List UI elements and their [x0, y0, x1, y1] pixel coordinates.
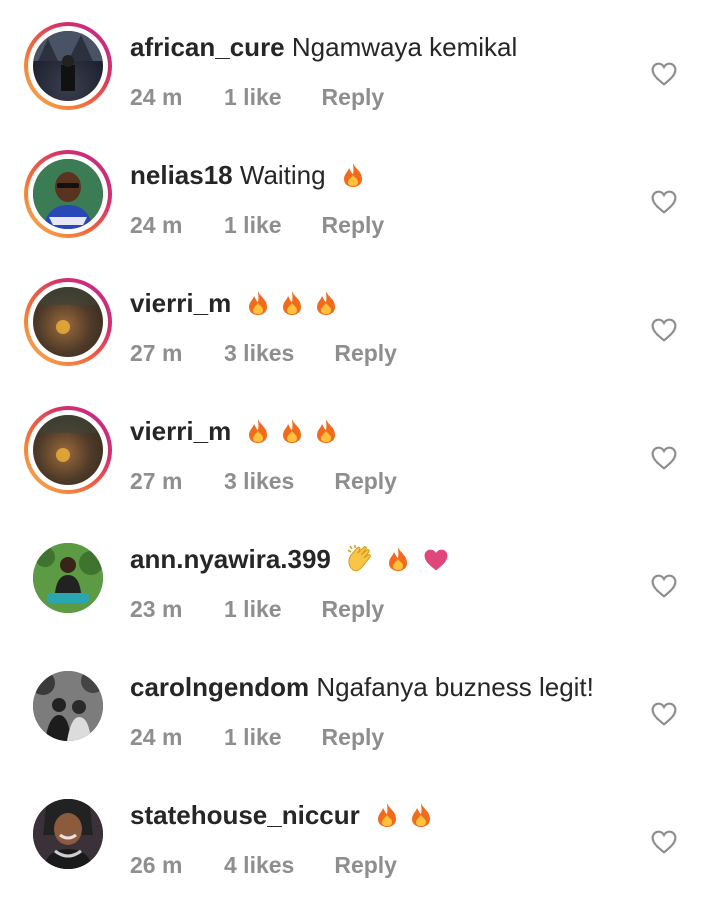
reply-button[interactable]: Reply [322, 594, 385, 624]
heart-icon[interactable] [651, 830, 677, 854]
fire-emoji-icon [317, 291, 336, 315]
comment-likes[interactable]: 1 like [224, 594, 282, 624]
comment-likes[interactable]: 3 likes [224, 338, 294, 368]
comment-likes[interactable]: 4 likes [224, 850, 294, 880]
avatar[interactable] [24, 406, 112, 494]
comment-username[interactable]: statehouse_niccur [130, 800, 360, 830]
fire-emoji-icon [249, 291, 268, 315]
comment-username[interactable]: nelias18 [130, 160, 233, 190]
comment-likes[interactable]: 1 like [224, 722, 282, 752]
comment-time: 23 m [130, 596, 183, 622]
comment-text: vierri_m [130, 414, 344, 448]
comment-item: african_cure Ngamwaya kemikal 24 m 1 like… [0, 22, 720, 150]
comment-time: 26 m [130, 852, 183, 878]
comment-body: Ngafanya buzness legit! [309, 672, 594, 702]
comment-meta: 27 m 3 likes Reply [130, 338, 397, 368]
comment-body: Ngamwaya kemikal [284, 32, 518, 62]
comment-time: 24 m [130, 84, 183, 110]
reply-button[interactable]: Reply [322, 722, 385, 752]
comment-text: nelias18 Waiting [130, 158, 371, 192]
comment-time: 24 m [130, 212, 183, 238]
comment-meta: 26 m 4 likes Reply [130, 850, 397, 880]
comment-item: vierri_m 27 m 3 likes Reply [0, 278, 720, 406]
fire-emoji-icon [377, 803, 396, 827]
avatar[interactable] [24, 534, 112, 622]
heart-icon[interactable] [651, 574, 677, 598]
comment-username[interactable]: vierri_m [130, 416, 231, 446]
comments-list: african_cure Ngamwaya kemikal 24 m 1 like… [0, 0, 720, 898]
fire-emoji-icon [283, 291, 302, 315]
comment-meta: 24 m 1 like Reply [130, 210, 384, 240]
heart-icon[interactable] [651, 190, 677, 214]
comment-username[interactable]: vierri_m [130, 288, 231, 318]
comment-item: nelias18 Waiting 24 m 1 like Reply [0, 150, 720, 278]
comment-text: carolngendom Ngafanya buzness legit! [130, 670, 594, 704]
fire-emoji-icon [411, 803, 430, 827]
reply-button[interactable]: Reply [322, 210, 385, 240]
fire-emoji-icon [317, 419, 336, 443]
heart-icon[interactable] [651, 318, 677, 342]
comment-item: vierri_m 27 m 3 likes Reply [0, 406, 720, 534]
fire-emoji-icon [249, 419, 268, 443]
comment-username[interactable]: ann.nyawira.399 [130, 544, 331, 574]
comment-likes[interactable]: 1 like [224, 210, 282, 240]
heart-icon[interactable] [651, 62, 677, 86]
comment-text: african_cure Ngamwaya kemikal [130, 30, 517, 64]
comment-likes[interactable]: 3 likes [224, 466, 294, 496]
fire-emoji-icon [343, 163, 362, 187]
comment-meta: 27 m 3 likes Reply [130, 466, 397, 496]
comment-username[interactable]: african_cure [130, 32, 285, 62]
reply-button[interactable]: Reply [334, 850, 397, 880]
avatar[interactable] [24, 22, 112, 110]
comment-meta: 23 m 1 like Reply [130, 594, 384, 624]
comment-item: carolngendom Ngafanya buzness legit! 24 … [0, 662, 720, 790]
clap-emoji-icon [347, 545, 371, 572]
comment-text: vierri_m [130, 286, 344, 320]
comment-time: 27 m [130, 468, 183, 494]
comment-meta: 24 m 1 like Reply [130, 722, 384, 752]
comment-text: statehouse_niccur [130, 798, 439, 832]
heart-emoji-icon [424, 549, 448, 571]
comment-meta: 24 m 1 like Reply [130, 82, 384, 112]
avatar[interactable] [24, 150, 112, 238]
reply-button[interactable]: Reply [322, 82, 385, 112]
avatar[interactable] [24, 790, 112, 878]
heart-icon[interactable] [651, 446, 677, 470]
comment-time: 27 m [130, 340, 183, 366]
comment-likes[interactable]: 1 like [224, 82, 282, 112]
comment-item: ann.nyawira.399 23 m 1 like Reply [0, 534, 720, 662]
comment-username[interactable]: carolngendom [130, 672, 309, 702]
heart-icon[interactable] [651, 702, 677, 726]
fire-emoji-icon [283, 419, 302, 443]
comment-body: Waiting [232, 160, 326, 190]
avatar[interactable] [24, 662, 112, 750]
comment-time: 24 m [130, 724, 183, 750]
fire-emoji-icon [389, 547, 408, 571]
reply-button[interactable]: Reply [334, 466, 397, 496]
avatar[interactable] [24, 278, 112, 366]
comment-item: statehouse_niccur 26 m 4 likes Reply [0, 790, 720, 918]
reply-button[interactable]: Reply [334, 338, 397, 368]
comment-text: ann.nyawira.399 [130, 542, 456, 576]
